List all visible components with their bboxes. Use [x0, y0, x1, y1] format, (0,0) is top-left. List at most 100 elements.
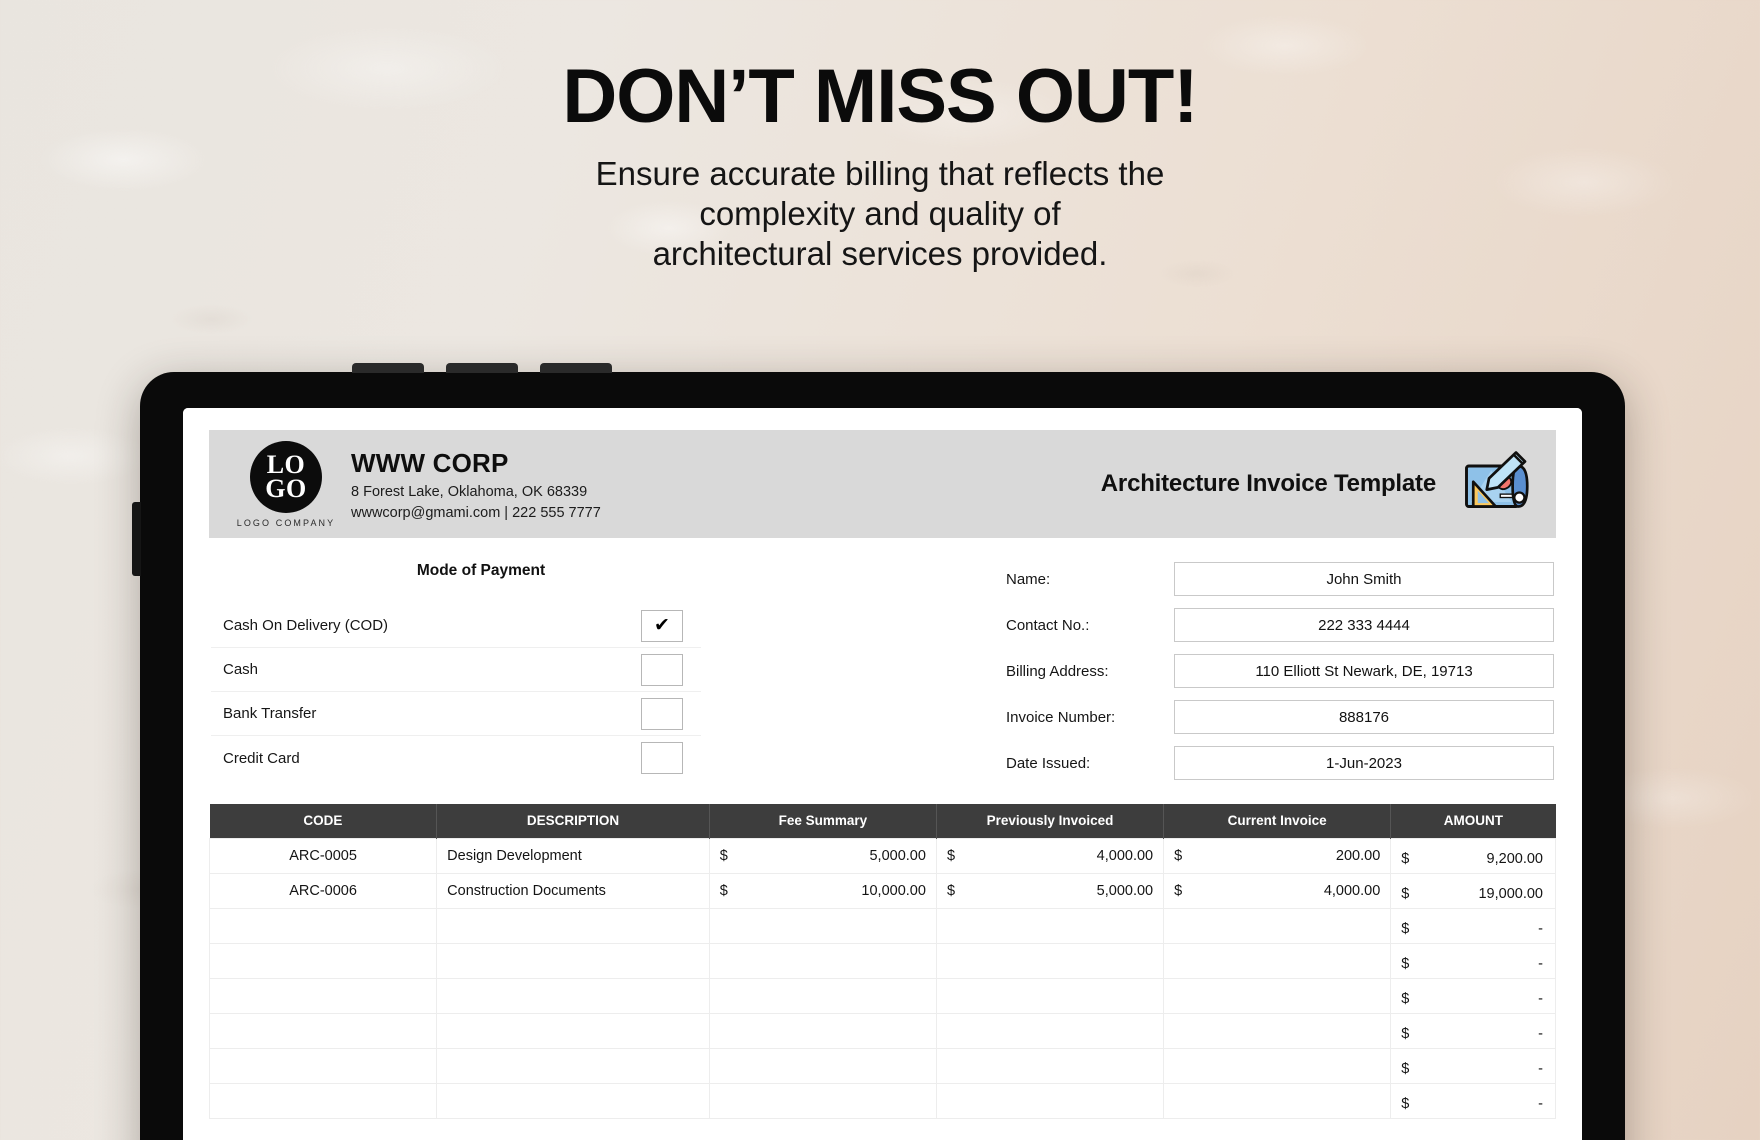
- amount-number: 10,000.00: [861, 882, 926, 899]
- money-value: $5,000.00: [720, 848, 926, 864]
- field-date-issued: Date Issued: 1-Jun-2023: [1006, 746, 1554, 780]
- cell-amount[interactable]: $9,200.00: [1390, 837, 1556, 874]
- currency-symbol: $: [1401, 1025, 1410, 1042]
- company-block: WWW CORP 8 Forest Lake, Oklahoma, OK 683…: [351, 448, 601, 521]
- checkbox-cash[interactable]: [641, 653, 683, 686]
- cell-amount[interactable]: $19,000.00: [1390, 872, 1556, 909]
- cell-fee-summary[interactable]: $10,000.00: [708, 872, 937, 909]
- cell-amount[interactable]: $ -: [1390, 1082, 1556, 1119]
- cell-current-invoice[interactable]: [1163, 1012, 1392, 1049]
- payment-option-bank-transfer[interactable]: Bank Transfer: [211, 692, 701, 736]
- table-row: $ -: [208, 977, 1556, 1014]
- cell-code[interactable]: ARC-0005: [208, 837, 438, 874]
- cell-previously-invoiced[interactable]: $4,000.00: [935, 837, 1165, 874]
- amount-number: -: [1538, 990, 1543, 1007]
- tablet-side-button[interactable]: [132, 502, 141, 576]
- promo-subtitle-line-2: complexity and quality of: [699, 194, 1061, 232]
- cell-amount[interactable]: $ -: [1390, 977, 1556, 1014]
- cell-amount[interactable]: $ -: [1390, 907, 1556, 944]
- cell-current-invoice[interactable]: $200.00: [1163, 837, 1392, 874]
- cell-previously-invoiced[interactable]: [935, 977, 1165, 1014]
- cell-fee-summary[interactable]: [708, 1012, 937, 1049]
- cell-current-invoice[interactable]: [1163, 1082, 1392, 1119]
- cell-previously-invoiced[interactable]: [935, 942, 1165, 979]
- cell-current-invoice[interactable]: [1163, 942, 1392, 979]
- payment-option-cash[interactable]: Cash: [211, 648, 701, 692]
- table-row: ARC-0005 Design Development $5,000.00 $4,00…: [208, 837, 1556, 874]
- cell-previously-invoiced[interactable]: $5,000.00: [935, 872, 1165, 909]
- field-invoice-number: Invoice Number: 888176: [1006, 700, 1554, 734]
- cell-previously-invoiced[interactable]: [935, 907, 1165, 944]
- cell-description[interactable]: [436, 942, 710, 979]
- money-value: $19,000.00: [1401, 886, 1545, 902]
- contact-no-input[interactable]: 222 333 4444: [1174, 608, 1554, 642]
- checkbox-cod[interactable]: ✔: [641, 609, 683, 642]
- tablet-top-button-1[interactable]: [352, 363, 424, 373]
- cell-code[interactable]: [208, 1082, 438, 1119]
- checkbox-credit-card[interactable]: [641, 742, 683, 774]
- cell-amount[interactable]: $ -: [1390, 1047, 1556, 1084]
- cell-description[interactable]: [436, 977, 710, 1014]
- currency-symbol: $: [1401, 990, 1410, 1007]
- cell-description[interactable]: [436, 1047, 710, 1084]
- amount-number: 4,000.00: [1096, 847, 1154, 864]
- cell-code[interactable]: [208, 1047, 438, 1084]
- cell-description[interactable]: [436, 1082, 710, 1119]
- cell-fee-summary[interactable]: [708, 1047, 937, 1084]
- date-issued-input[interactable]: 1-Jun-2023: [1174, 746, 1554, 780]
- promo-subtitle-line-3: architectural services provided.: [652, 235, 1108, 273]
- currency-symbol: $: [1401, 885, 1410, 902]
- amount-number: -: [1538, 920, 1543, 937]
- cell-current-invoice[interactable]: [1163, 1047, 1392, 1084]
- cell-fee-summary[interactable]: $5,000.00: [708, 837, 937, 874]
- cell-amount[interactable]: $ -: [1390, 942, 1556, 979]
- cell-code[interactable]: [208, 942, 438, 979]
- currency-symbol: $: [1401, 1095, 1410, 1112]
- cell-description[interactable]: Design Development: [436, 837, 710, 874]
- tablet-screen: LO GO LOGO COMPANY WWW CORP 8 Forest Lak…: [183, 408, 1582, 1140]
- cell-amount[interactable]: $ -: [1390, 1012, 1556, 1049]
- cell-code[interactable]: [208, 977, 438, 1014]
- cell-previously-invoiced[interactable]: [935, 1012, 1165, 1049]
- payment-option-label: Cash On Delivery (COD): [223, 617, 389, 634]
- cell-current-invoice[interactable]: $4,000.00: [1163, 872, 1392, 909]
- logo-line-2: GO: [265, 473, 307, 503]
- money-value: $10,000.00: [720, 883, 926, 899]
- table-row: $ -: [208, 907, 1556, 944]
- field-name: Name: John Smith: [1006, 562, 1554, 596]
- billing-address-input[interactable]: 110 Elliott St Newark, DE, 19713: [1174, 654, 1554, 688]
- cell-code[interactable]: [208, 1012, 438, 1049]
- cell-description[interactable]: [436, 907, 710, 944]
- cell-fee-summary[interactable]: [708, 1082, 937, 1119]
- payment-option-cod[interactable]: Cash On Delivery (COD) ✔: [211, 604, 701, 648]
- money-value: $4,000.00: [1174, 883, 1380, 899]
- invoice-header-bar: LO GO LOGO COMPANY WWW CORP 8 Forest Lak…: [209, 430, 1556, 538]
- currency-symbol: $: [719, 882, 728, 899]
- tablet-top-button-2[interactable]: [446, 363, 518, 373]
- field-label: Billing Address:: [1006, 662, 1109, 680]
- cell-current-invoice[interactable]: [1163, 907, 1392, 944]
- cell-description[interactable]: [436, 1012, 710, 1049]
- cell-code[interactable]: ARC-0006: [208, 872, 438, 909]
- tablet-top-button-3[interactable]: [540, 363, 612, 373]
- mid-spacer: [701, 562, 1006, 780]
- column-header-fee-summary: Fee Summary: [709, 804, 937, 838]
- money-value: $200.00: [1174, 848, 1380, 864]
- payment-option-credit-card[interactable]: Credit Card: [211, 736, 701, 780]
- amount-number: -: [1538, 955, 1543, 972]
- cell-fee-summary[interactable]: [708, 942, 937, 979]
- checkbox-bank-transfer[interactable]: [641, 697, 683, 730]
- invoice-number-input[interactable]: 888176: [1174, 700, 1554, 734]
- cell-current-invoice[interactable]: [1163, 977, 1392, 1014]
- currency-symbol: $: [1174, 847, 1183, 864]
- company-contact: wwwcorp@gmami.com | 222 555 7777: [351, 504, 601, 521]
- name-input[interactable]: John Smith: [1174, 562, 1554, 596]
- cell-description[interactable]: Construction Documents: [436, 872, 710, 909]
- cell-fee-summary[interactable]: [708, 977, 937, 1014]
- currency-symbol: $: [1401, 1060, 1410, 1077]
- tablet-device-frame: LO GO LOGO COMPANY WWW CORP 8 Forest Lak…: [132, 363, 1625, 1140]
- cell-previously-invoiced[interactable]: [935, 1082, 1165, 1119]
- cell-fee-summary[interactable]: [708, 907, 937, 944]
- cell-previously-invoiced[interactable]: [935, 1047, 1165, 1084]
- cell-code[interactable]: [208, 907, 438, 944]
